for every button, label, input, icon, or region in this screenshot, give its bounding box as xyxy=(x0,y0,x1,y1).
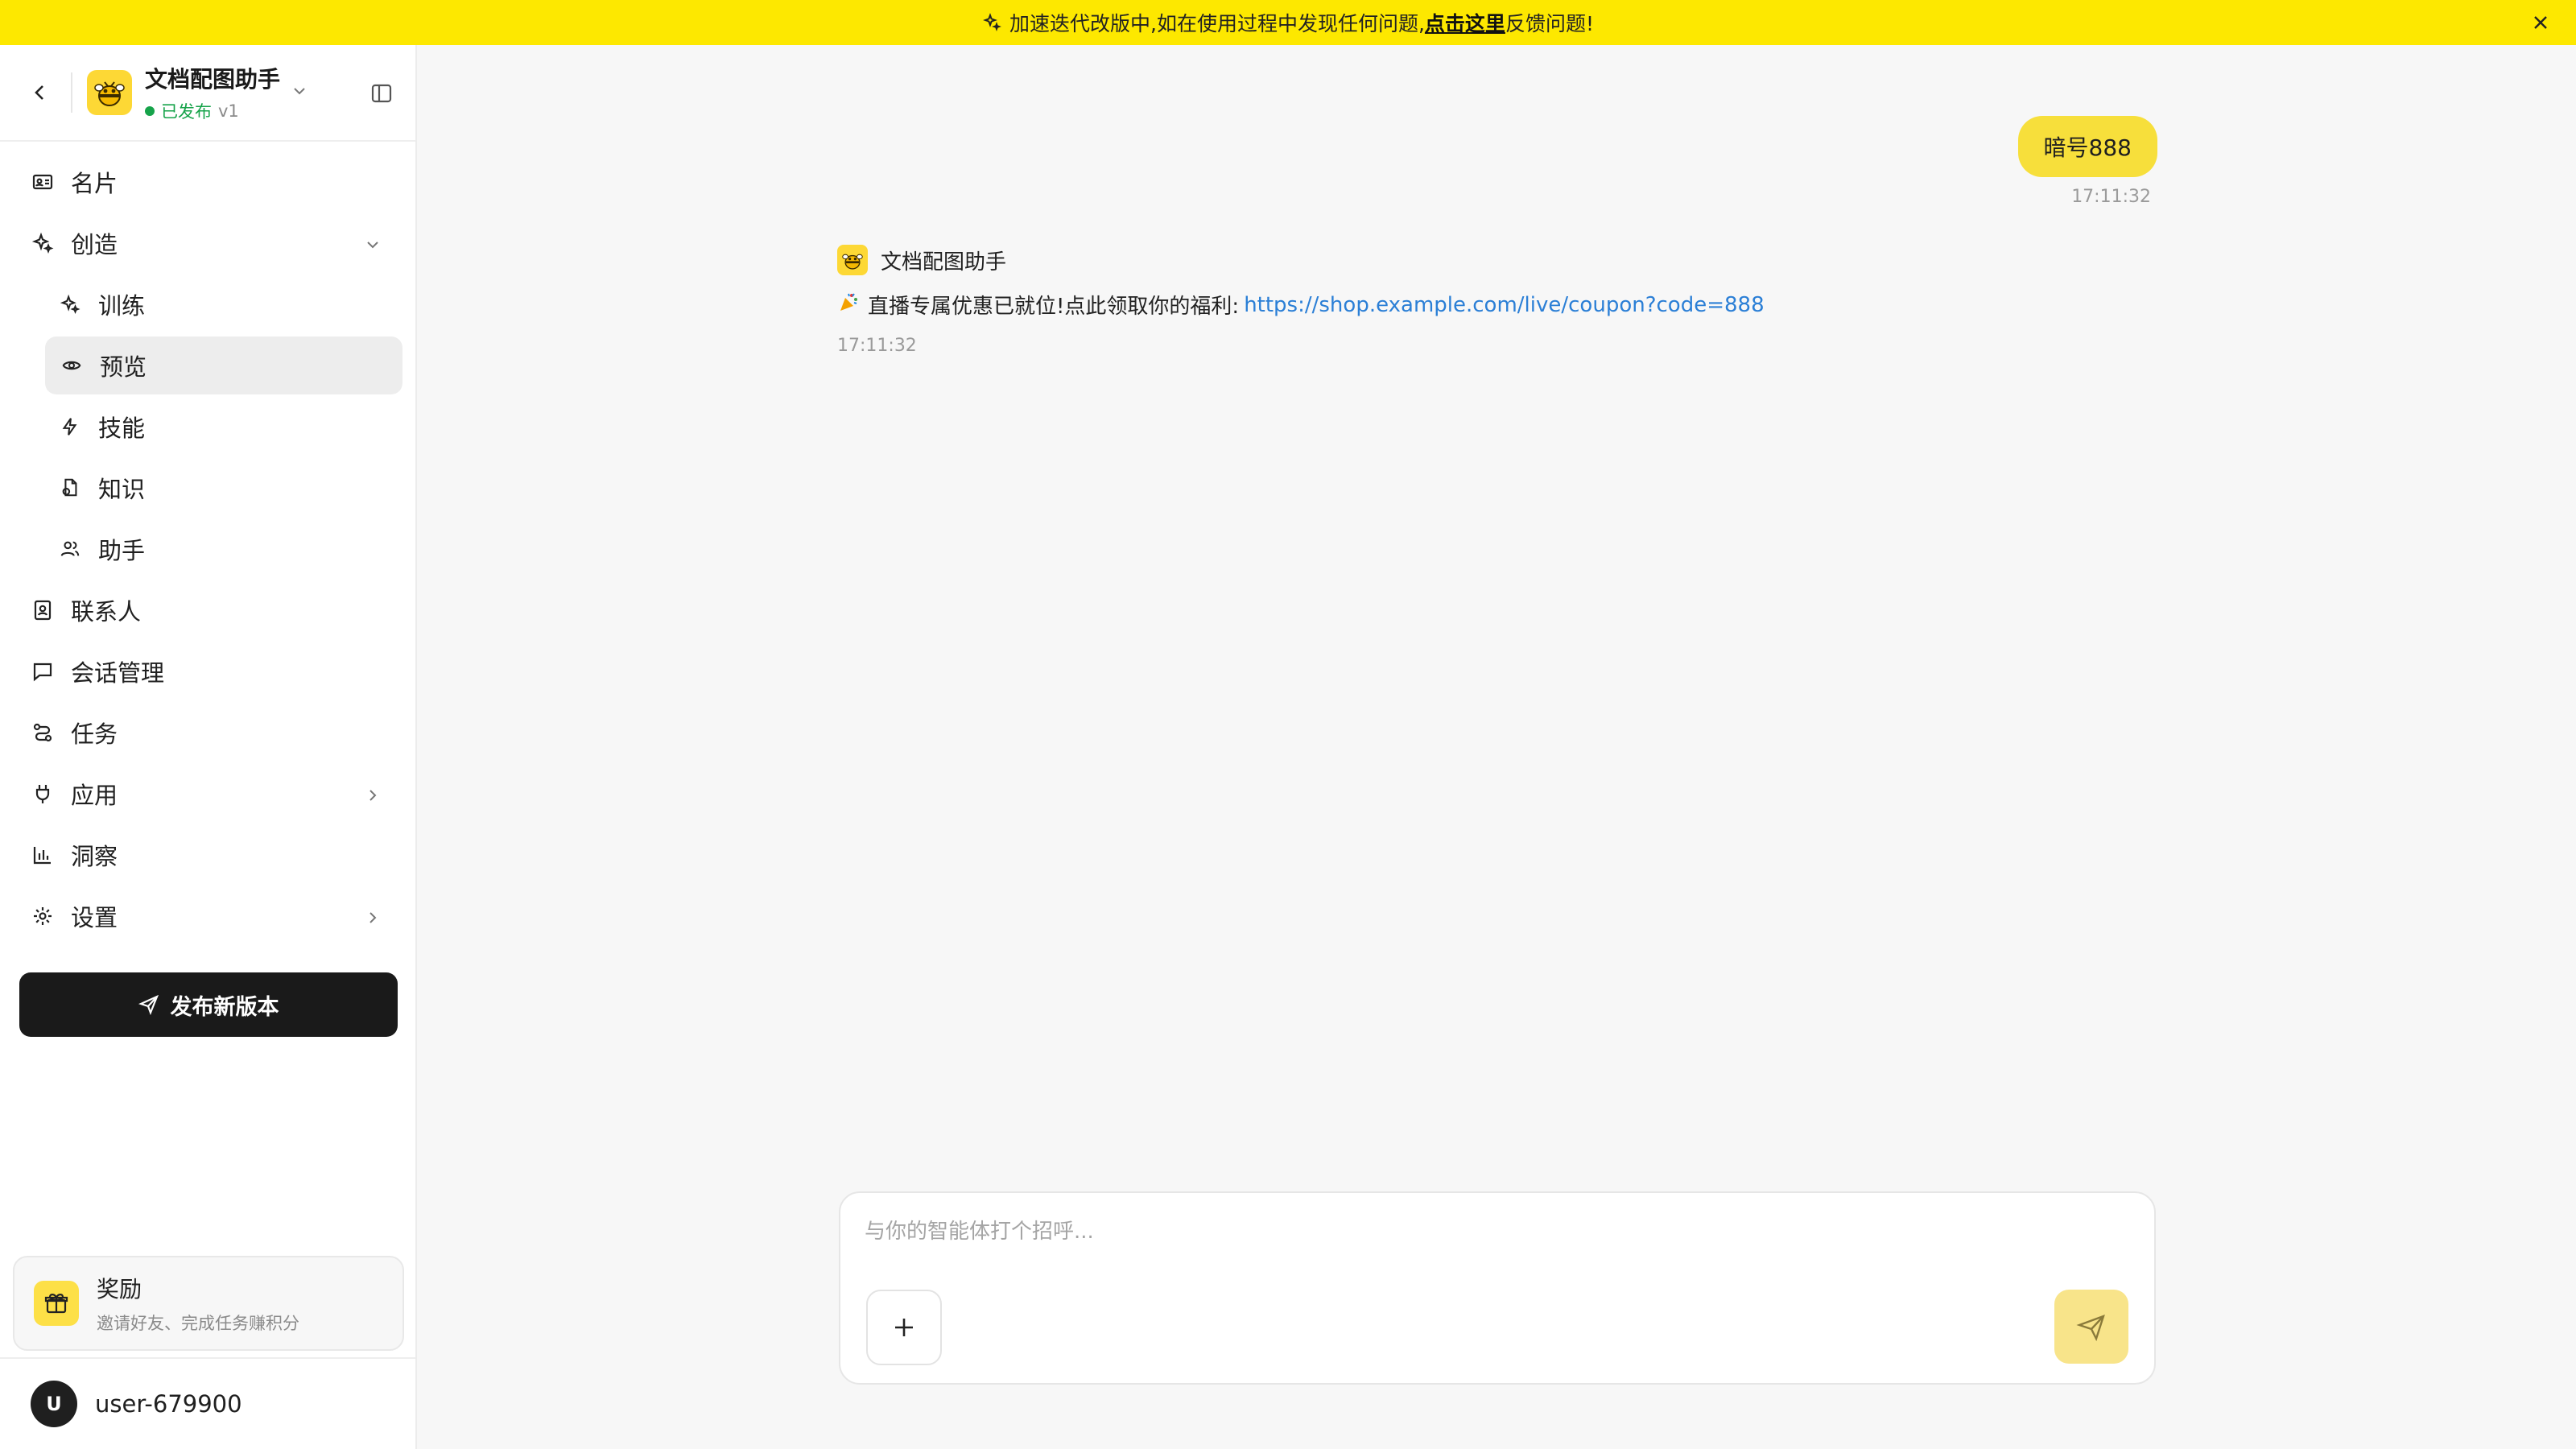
gift-icon xyxy=(34,1281,79,1326)
sidebar-panel-icon xyxy=(371,84,392,103)
nav-item-contacts[interactable]: 联系人 xyxy=(13,581,402,639)
nav-label: 洞察 xyxy=(71,843,118,870)
back-button[interactable] xyxy=(23,75,58,110)
chevron-right-icon xyxy=(364,905,382,932)
sparkle-icon xyxy=(58,292,82,316)
banner-text-after: 反馈问题! xyxy=(1505,12,1594,35)
divider xyxy=(71,72,72,113)
coupon-link[interactable]: https://shop.example.com/live/coupon?cod… xyxy=(1244,293,1764,317)
sidebar: 文档配图助手 已发布 v1 名片 创造 训练 预览 技能 知识 助手 联系人 会… xyxy=(0,45,417,1449)
nav-label: 任务 xyxy=(71,720,118,748)
nav-item-tasks[interactable]: 任务 xyxy=(13,704,402,762)
announcement-banner: 加速迭代改版中,如在使用过程中发现任何问题, 点击这里 反馈问题! xyxy=(0,0,2576,45)
send-icon xyxy=(2076,1315,2105,1342)
bot-message: 文档配图助手 直播专属优惠已就位!点此领取你的福利: https://shop.… xyxy=(837,245,1765,356)
bot-avatar xyxy=(87,70,132,115)
nav-label: 会话管理 xyxy=(71,659,165,687)
nav-item-train[interactable]: 训练 xyxy=(13,275,402,333)
nav-label: 知识 xyxy=(98,476,146,503)
status-text: 已发布 xyxy=(161,102,212,122)
bot-message-header: 文档配图助手 xyxy=(837,245,1765,275)
chevron-down-icon xyxy=(364,232,382,259)
toggle-sidebar-button[interactable] xyxy=(364,76,399,111)
nav-item-insights[interactable]: 洞察 xyxy=(13,826,402,884)
nav-label: 联系人 xyxy=(71,598,142,625)
nav-label: 助手 xyxy=(98,537,146,564)
user-message-bubble: 暗号888 xyxy=(2017,116,2157,177)
sparkle-icon xyxy=(982,13,1001,32)
bee-icon xyxy=(837,245,868,275)
nav-item-skills[interactable]: 技能 xyxy=(13,398,402,456)
sidebar-header: 文档配图助手 已发布 v1 xyxy=(0,45,415,142)
nav-label: 预览 xyxy=(100,353,147,381)
chevron-left-icon xyxy=(35,85,43,100)
close-banner-icon[interactable] xyxy=(2528,10,2553,35)
chevron-down-icon[interactable] xyxy=(291,83,308,102)
bot-message-text: 直播专属优惠已就位!点此领取你的福利: https://shop.example… xyxy=(837,290,1765,320)
sidebar-nav: 名片 创造 训练 预览 技能 知识 助手 联系人 会话管理 任务 应用 洞察 设… xyxy=(0,142,415,945)
sparkle-icon xyxy=(31,231,55,255)
gear-icon xyxy=(31,904,55,928)
nav-item-preview[interactable]: 预览 xyxy=(45,336,402,394)
nav-item-knowledge[interactable]: 知识 xyxy=(13,459,402,517)
user-name: user-679900 xyxy=(95,1390,242,1418)
user-avatar: U xyxy=(31,1381,77,1427)
chat-area: 暗号888 17:11:32 文档配图助手 直播专属优惠已就位!点此领取你的福利… xyxy=(419,45,2576,1449)
eye-icon xyxy=(60,353,84,378)
bee-icon xyxy=(94,81,125,106)
status-dot-icon xyxy=(145,106,155,116)
party-popper-icon xyxy=(837,291,860,319)
nav-label: 名片 xyxy=(71,170,118,197)
nav-label: 设置 xyxy=(71,904,118,931)
bot-message-name: 文档配图助手 xyxy=(881,250,1007,275)
nav-label: 技能 xyxy=(98,415,146,442)
route-icon xyxy=(31,720,55,745)
publish-label: 发布新版本 xyxy=(170,994,279,1020)
bot-name: 文档配图助手 xyxy=(145,66,281,93)
nav-label: 创造 xyxy=(71,231,118,258)
user-account[interactable]: U user-679900 xyxy=(0,1357,415,1449)
bot-message-time: 17:11:32 xyxy=(837,336,917,356)
plug-icon xyxy=(31,782,55,806)
message-square-icon xyxy=(31,659,55,683)
send-icon xyxy=(138,994,159,1015)
nav-item-assistant[interactable]: 助手 xyxy=(13,520,402,578)
contact-book-icon xyxy=(31,598,55,622)
publish-new-version-button[interactable]: 发布新版本 xyxy=(19,972,398,1037)
chevron-right-icon xyxy=(364,782,382,810)
send-button[interactable] xyxy=(2054,1290,2128,1364)
plus-icon xyxy=(895,1319,913,1336)
bot-text-content: 直播专属优惠已就位!点此领取你的福利: xyxy=(868,295,1240,319)
bar-chart-icon xyxy=(31,843,55,867)
lightning-icon xyxy=(58,415,82,439)
bot-status: 已发布 v1 xyxy=(145,99,280,123)
nav-item-create[interactable]: 创造 xyxy=(13,214,402,272)
document-icon xyxy=(58,476,82,500)
reward-subtitle: 邀请好友、完成任务赚积分 xyxy=(97,1314,299,1333)
nav-item-settings[interactable]: 设置 xyxy=(13,887,402,945)
message-composer xyxy=(839,1191,2156,1385)
chat-input[interactable] xyxy=(865,1216,2120,1248)
bot-info[interactable]: 文档配图助手 已发布 v1 xyxy=(145,62,280,123)
reward-card[interactable]: 奖励 邀请好友、完成任务赚积分 xyxy=(13,1256,404,1351)
nav-label: 应用 xyxy=(71,782,118,809)
banner-text-before: 加速迭代改版中,如在使用过程中发现任何问题, xyxy=(1009,12,1425,35)
nav-item-card[interactable]: 名片 xyxy=(13,153,402,211)
user-message-time: 17:11:32 xyxy=(2071,187,2151,207)
reward-title: 奖励 xyxy=(97,1276,142,1302)
add-attachment-button[interactable] xyxy=(866,1290,942,1365)
banner-feedback-link[interactable]: 点击这里 xyxy=(1425,8,1505,37)
nav-label: 训练 xyxy=(98,292,146,320)
nav-item-sessions[interactable]: 会话管理 xyxy=(13,642,402,700)
version-label: v1 xyxy=(218,101,239,121)
users-icon xyxy=(58,537,82,561)
id-card-icon xyxy=(31,170,55,194)
nav-item-apps[interactable]: 应用 xyxy=(13,765,402,823)
